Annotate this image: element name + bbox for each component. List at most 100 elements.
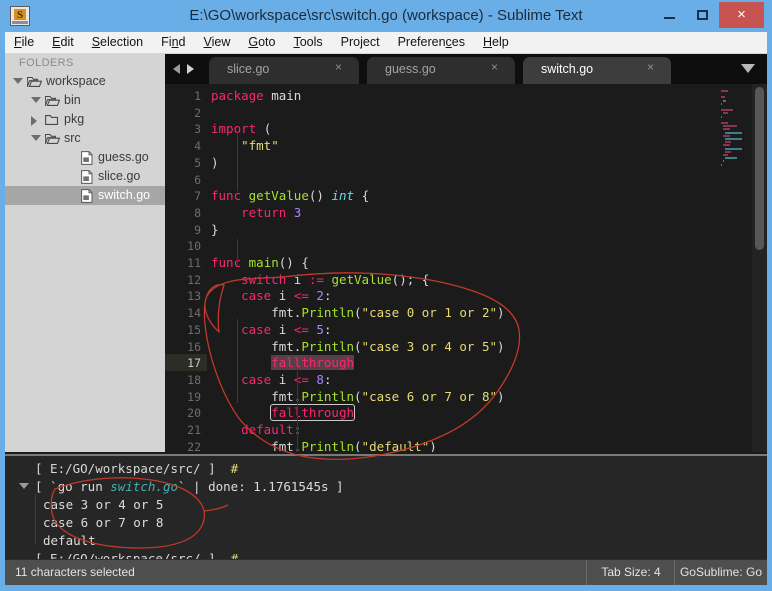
minimap-line: [725, 157, 738, 160]
chevron-down-icon[interactable]: [741, 64, 755, 73]
minimap[interactable]: [717, 84, 752, 452]
menu-accelerator: H: [482, 35, 493, 49]
menu-item-view[interactable]: View: [194, 32, 239, 54]
menu-item-project[interactable]: Project: [332, 32, 389, 54]
console-prompt-path: [ E:/GO/workspace/src/ ]: [35, 461, 231, 476]
code-content[interactable]: package main import ( "fmt") func getValue…: [207, 84, 717, 452]
code-line: }: [211, 221, 219, 237]
sidebar-item-guess-go[interactable]: guess.go: [5, 148, 165, 167]
minimap-line: [723, 144, 730, 147]
minimap-line: [721, 96, 726, 99]
code-line: return 3: [241, 204, 302, 220]
tab-nav-arrows[interactable]: [171, 62, 205, 76]
editor-scrollbar-thumb[interactable]: [755, 87, 764, 250]
minimap-line: [723, 134, 730, 137]
tab-close-icon[interactable]: ×: [332, 61, 345, 74]
tab-close-icon[interactable]: ×: [488, 61, 501, 74]
console-panel[interactable]: [ E:/GO/workspace/src/ ] # [ `go run swi…: [5, 454, 767, 559]
arrow-left-icon[interactable]: [173, 64, 180, 74]
minimap-line: [721, 122, 729, 124]
sidebar-item-workspace[interactable]: workspace: [5, 72, 165, 91]
line-number: 2: [194, 105, 201, 120]
line-number: 14: [187, 306, 201, 321]
menu-item-find[interactable]: Find: [152, 32, 194, 54]
status-language[interactable]: GoSublime: Go: [674, 560, 767, 585]
triangle-down-icon[interactable]: [13, 78, 23, 84]
close-button[interactable]: ×: [719, 2, 764, 28]
menu-accelerator: E: [52, 35, 61, 49]
sidebar-item-label: guess.go: [98, 150, 149, 164]
status-bar: 11 characters selected Tab Size: 4 GoSub…: [5, 559, 767, 585]
sidebar-item-slice-go[interactable]: slice.go: [5, 167, 165, 186]
code-editor[interactable]: 123456789101112131415161718192021222324 …: [165, 84, 767, 452]
arrow-right-icon[interactable]: [187, 64, 194, 74]
indent-guide: [237, 239, 239, 266]
tab-close-icon[interactable]: ×: [644, 61, 657, 74]
tab-slice-go[interactable]: slice.go ×: [209, 57, 359, 84]
selected-token: fallthrough: [271, 355, 355, 371]
folder-closed-icon: [45, 114, 59, 125]
menu-item-help[interactable]: Help: [474, 32, 518, 54]
menu-item-selection[interactable]: Selection: [83, 32, 152, 54]
line-number: 9: [194, 222, 201, 237]
minimap-line: [725, 131, 743, 134]
sidebar-header: FOLDERS: [19, 57, 74, 69]
code-line: fmt.Println("case 6 or 7 or 8"): [271, 388, 505, 404]
console-run-prefix: [ `go run: [35, 479, 111, 494]
tab-guess-go[interactable]: guess.go ×: [367, 57, 515, 84]
console-prompt-hash: #: [230, 461, 239, 476]
triangle-right-icon[interactable]: [31, 116, 37, 126]
menu-accelerator: G: [248, 35, 259, 49]
maximize-button[interactable]: [686, 2, 719, 28]
sidebar-item-label: workspace: [46, 74, 106, 88]
line-number: 8: [194, 205, 201, 220]
line-number: 17: [187, 356, 201, 371]
indent-guide: [237, 319, 239, 403]
minimap-line: [723, 112, 728, 115]
line-number: 3: [194, 122, 201, 137]
minimap-line: [723, 99, 726, 102]
sidebar-item-src[interactable]: src: [5, 129, 165, 148]
minimap-line: [725, 150, 732, 153]
folder-open-icon: [45, 95, 60, 106]
menu-item-preferences[interactable]: Preferences: [389, 32, 474, 54]
triangle-down-icon[interactable]: [19, 483, 29, 489]
console-run-suffix: ` | done: 1.1761545s ]: [178, 479, 344, 494]
menu-item-goto[interactable]: Goto: [239, 32, 284, 54]
tab-bar: slice.go × guess.go × switch.go ×: [165, 54, 767, 84]
code-line: default:: [241, 422, 301, 437]
sidebar-item-bin[interactable]: bin: [5, 91, 165, 110]
console-output-line: case 6 or 7 or 8: [43, 515, 164, 530]
title-bar: S E:\GO\workspace\src\switch.go (workspa…: [0, 0, 772, 32]
sidebar-item-switch-go[interactable]: switch.go: [5, 186, 165, 205]
menu-item-file[interactable]: File: [5, 32, 43, 54]
minimize-button[interactable]: [653, 2, 686, 28]
menu-item-edit[interactable]: Edit: [43, 32, 83, 54]
status-tab-size[interactable]: Tab Size: 4: [586, 560, 675, 585]
line-number: 19: [187, 389, 201, 404]
menu-item-tools[interactable]: Tools: [284, 32, 331, 54]
tab-switch-go[interactable]: switch.go ×: [523, 57, 671, 84]
minimap-line: [721, 102, 722, 105]
code-line: package main: [211, 88, 302, 103]
sidebar-item-label: src: [64, 131, 81, 145]
menu-accelerator: c: [445, 35, 452, 49]
line-number: 4: [194, 139, 201, 154]
menu-accelerator: n: [171, 35, 179, 49]
minimap-line: [721, 109, 733, 112]
menu-accelerator: T: [293, 35, 300, 49]
line-number: 10: [187, 239, 201, 254]
console-prompt-path: [ E:/GO/workspace/src/ ]: [35, 551, 231, 559]
triangle-down-icon[interactable]: [31, 97, 41, 103]
indent-guide: [237, 134, 239, 191]
folder-open-icon: [27, 76, 42, 87]
code-line: fallthrough: [211, 355, 355, 372]
triangle-down-icon[interactable]: [31, 135, 41, 141]
editor-scrollbar[interactable]: [752, 84, 767, 452]
code-line: case i <= 8:: [241, 371, 332, 387]
sidebar-item-label: switch.go: [98, 188, 151, 202]
code-line: fmt.Println("case 3 or 4 or 5"): [271, 338, 505, 354]
sidebar-item-pkg[interactable]: pkg: [5, 110, 165, 129]
file-icon: [81, 189, 93, 203]
sidebar-item-label: pkg: [64, 112, 85, 126]
